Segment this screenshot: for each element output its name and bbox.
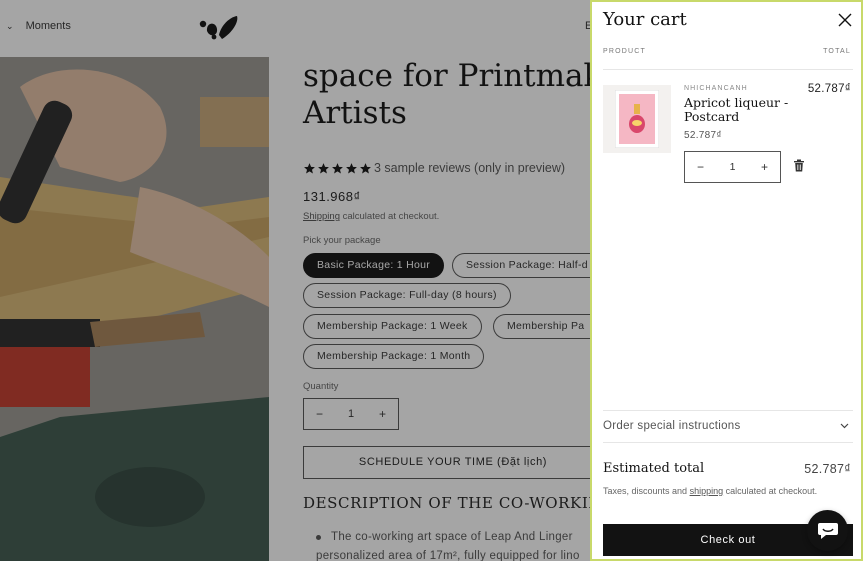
item-unit-price: 52.787₫ bbox=[684, 130, 722, 141]
chevron-down-icon: ⌄ bbox=[6, 21, 14, 31]
postcard-image bbox=[615, 90, 659, 148]
divider bbox=[603, 442, 853, 443]
shipping-note-text: calculated at checkout. bbox=[339, 211, 440, 222]
cart-quantity-value[interactable]: 1 bbox=[730, 161, 736, 173]
description-line: The co-working art space of Leap And Lin… bbox=[331, 531, 573, 543]
schedule-button[interactable]: SCHEDULE YOUR TIME (Đặt lịch) bbox=[303, 446, 603, 479]
star-icon bbox=[332, 162, 343, 173]
estimated-total-value: 52.787₫ bbox=[804, 462, 851, 476]
product-photo bbox=[0, 57, 269, 561]
package-option-membership-1-week[interactable]: Membership Package: 1 Week bbox=[303, 314, 482, 339]
item-line-total: 52.787₫ bbox=[807, 83, 851, 95]
package-option-basic-1-hour[interactable]: Basic Package: 1 Hour bbox=[303, 253, 445, 278]
column-header-total: TOTAL bbox=[823, 48, 851, 55]
package-option-session-full-day[interactable]: Session Package: Full-day (8 hours) bbox=[303, 283, 511, 308]
package-label: Pick your package bbox=[303, 235, 381, 246]
minus-icon[interactable]: − bbox=[697, 160, 704, 174]
item-thumbnail[interactable] bbox=[603, 85, 671, 153]
trash-icon[interactable] bbox=[793, 159, 805, 172]
chevron-down-icon bbox=[840, 423, 849, 429]
estimated-total-label: Estimated total bbox=[603, 461, 705, 476]
store-logo[interactable] bbox=[197, 11, 241, 43]
quantity-stepper: − 1 + bbox=[303, 398, 399, 430]
package-option-membership-1-month[interactable]: Membership Package: 1 Month bbox=[303, 344, 485, 369]
reviews-text: 3 sample reviews (only in preview) bbox=[374, 161, 566, 175]
special-instructions-label: Order special instructions bbox=[603, 420, 741, 432]
tax-note-text-end: calculated at checkout. bbox=[723, 486, 818, 496]
star-icon bbox=[304, 162, 315, 173]
description-line: personalized area of 17m², fully equippe… bbox=[316, 550, 580, 561]
star-icon bbox=[360, 162, 371, 173]
special-instructions-toggle[interactable]: Order special instructions bbox=[603, 420, 853, 432]
bullet-dot bbox=[316, 535, 321, 540]
star-icon bbox=[318, 162, 329, 173]
column-header-product: PRODUCT bbox=[603, 48, 647, 55]
chat-button[interactable] bbox=[807, 510, 848, 551]
plus-icon[interactable]: + bbox=[761, 160, 768, 174]
printmaking-photo-illustration bbox=[0, 57, 269, 561]
package-option-session-half-day[interactable]: Session Package: Half-d bbox=[452, 253, 602, 278]
star-icon bbox=[346, 162, 357, 173]
rating-summary[interactable]: 3 sample reviews (only in preview) bbox=[303, 161, 565, 175]
cart-drawer: Your cart PRODUCT TOTAL NHICHANCANH Apri… bbox=[590, 0, 863, 561]
description-title: DESCRIPTION OF THE CO-WORKING bbox=[303, 494, 615, 512]
cart-title: Your cart bbox=[603, 9, 687, 30]
close-icon[interactable] bbox=[837, 12, 853, 28]
shipping-link[interactable]: Shipping bbox=[303, 211, 340, 222]
quantity-value[interactable]: 1 bbox=[348, 408, 354, 420]
shipping-policy-link[interactable]: shipping bbox=[690, 486, 724, 496]
item-vendor: NHICHANCANH bbox=[684, 85, 748, 92]
divider bbox=[603, 69, 853, 70]
package-option-membership-partial[interactable]: Membership Pa bbox=[493, 314, 602, 339]
header-nav[interactable]: ⌄ Moments bbox=[6, 20, 71, 32]
tax-note: Taxes, discounts and shipping calculated… bbox=[603, 485, 818, 498]
divider bbox=[603, 410, 853, 411]
plus-icon[interactable]: + bbox=[379, 407, 386, 421]
nav-item-moments[interactable]: Moments bbox=[26, 20, 71, 32]
product-price: 131.968₫ bbox=[303, 189, 361, 204]
rating-stars bbox=[303, 162, 372, 175]
chat-icon bbox=[817, 522, 838, 539]
shipping-note: Shipping calculated at checkout. bbox=[303, 211, 439, 222]
tax-note-text: Taxes, discounts and bbox=[603, 486, 690, 496]
minus-icon[interactable]: − bbox=[316, 407, 323, 421]
quantity-label: Quantity bbox=[303, 381, 339, 392]
item-title-link[interactable]: Apricot liqueur - Postcard bbox=[684, 96, 804, 124]
cart-quantity-stepper: − 1 + bbox=[684, 151, 781, 183]
